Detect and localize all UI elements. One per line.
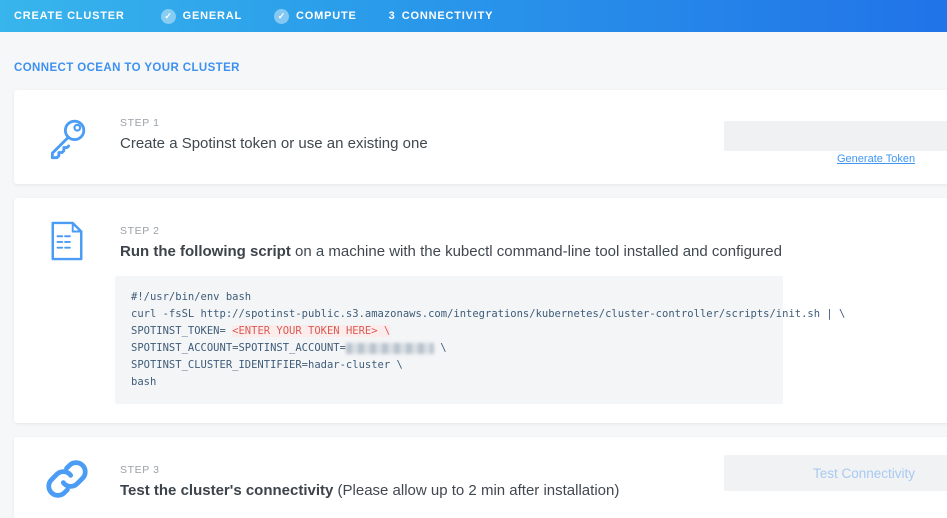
tab-connectivity-number: 3: [389, 10, 395, 22]
key-icon: [14, 90, 120, 184]
code-line: bash: [131, 374, 767, 391]
link-icon: [14, 437, 120, 518]
check-icon: ✓: [161, 9, 176, 24]
generate-token-link[interactable]: Generate Token: [837, 153, 915, 165]
page-title: CONNECT OCEAN TO YOUR CLUSTER: [14, 62, 947, 74]
test-connectivity-button[interactable]: Test Connectivity: [724, 455, 947, 491]
tab-connectivity[interactable]: 3 CONNECTIVITY: [389, 10, 494, 22]
step2-title-rest: on a machine with the kubectl command-li…: [291, 243, 782, 260]
wizard-steps: ✓ GENERAL ✓ COMPUTE 3 CONNECTIVITY: [161, 9, 494, 24]
token-input[interactable]: [724, 121, 947, 151]
wizard-title: CREATE CLUSTER: [14, 10, 125, 22]
redacted-account-id: [346, 343, 434, 354]
step2-label: STEP 2: [120, 225, 947, 237]
token-placeholder: <ENTER YOUR TOKEN HERE> \: [232, 325, 390, 337]
code-line: #!/usr/bin/env bash: [131, 289, 767, 306]
step3-title-rest: (Please allow up to 2 min after installa…: [333, 482, 619, 499]
install-script-code-block[interactable]: #!/usr/bin/env bash curl -fsSL http://sp…: [115, 276, 783, 404]
step3-card: STEP 3 Test the cluster's connectivity (…: [14, 437, 947, 518]
step2-title: Run the following script on a machine wi…: [120, 243, 947, 260]
tab-general[interactable]: ✓ GENERAL: [161, 9, 242, 24]
step1-card: STEP 1 Create a Spotinst token or use an…: [14, 90, 947, 184]
page-body: CONNECT OCEAN TO YOUR CLUSTER STEP 1 Cre…: [0, 32, 947, 518]
script-icon: [14, 198, 120, 423]
step3-title-bold: Test the cluster's connectivity: [120, 482, 333, 499]
tab-compute[interactable]: ✓ COMPUTE: [274, 9, 357, 24]
code-line: SPOTINST_CLUSTER_IDENTIFIER=hadar-cluste…: [131, 357, 767, 374]
code-line: curl -fsSL http://spotinst-public.s3.ama…: [131, 306, 767, 323]
code-line: SPOTINST_TOKEN= <ENTER YOUR TOKEN HERE> …: [131, 323, 767, 340]
wizard-topbar: CREATE CLUSTER ✓ GENERAL ✓ COMPUTE 3 CON…: [0, 0, 947, 32]
tab-general-label: GENERAL: [183, 10, 242, 22]
tab-compute-label: COMPUTE: [296, 10, 357, 22]
check-icon: ✓: [274, 9, 289, 24]
code-line: SPOTINST_ACCOUNT=SPOTINST_ACCOUNT= \: [131, 340, 767, 357]
step2-card: STEP 2 Run the following script on a mac…: [14, 198, 947, 423]
step2-content: STEP 2 Run the following script on a mac…: [120, 198, 947, 423]
tab-connectivity-label: CONNECTIVITY: [402, 10, 494, 22]
step2-title-bold: Run the following script: [120, 243, 291, 260]
